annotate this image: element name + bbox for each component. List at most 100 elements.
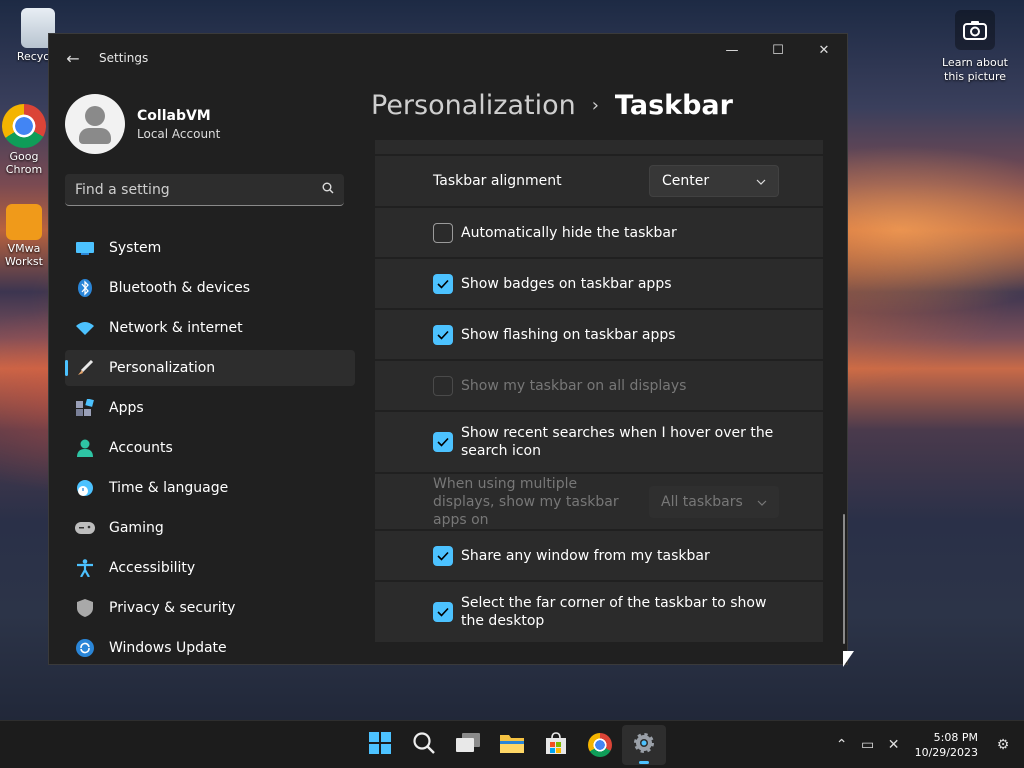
sidebar-item-label: Apps bbox=[109, 400, 144, 416]
mouse-cursor bbox=[843, 651, 854, 667]
sidebar-item-privacy-security[interactable]: Privacy & security bbox=[65, 590, 355, 626]
settings-window: ← Settings — ☐ ✕ CollabVM Local Account … bbox=[48, 33, 848, 665]
shield-icon bbox=[75, 598, 95, 618]
share-window-checkbox[interactable] bbox=[433, 545, 453, 566]
network-icon[interactable]: ▭ bbox=[855, 737, 881, 753]
row-show-flashing[interactable]: Show flashing on taskbar apps bbox=[375, 310, 823, 359]
row-far-corner[interactable]: Select the far corner of the taskbar to … bbox=[375, 582, 823, 642]
clock[interactable]: 5:08 PM 10/29/2023 bbox=[915, 730, 978, 760]
camera-icon bbox=[955, 10, 995, 50]
file-explorer-button[interactable] bbox=[490, 721, 534, 768]
close-button[interactable]: ✕ bbox=[801, 34, 847, 66]
sidebar-item-windows-update[interactable]: Windows Update bbox=[65, 630, 355, 664]
avatar bbox=[65, 94, 125, 154]
title-bar: ← Settings — ☐ ✕ bbox=[49, 34, 847, 82]
clock-time: 5:08 PM bbox=[933, 731, 978, 744]
start-button[interactable] bbox=[358, 721, 402, 768]
sidebar-item-network[interactable]: Network & internet bbox=[65, 310, 355, 346]
sidebar-item-accessibility[interactable]: Accessibility bbox=[65, 550, 355, 586]
taskbar-behaviors-panel: Taskbar alignment Center Automatically h… bbox=[375, 140, 823, 642]
row-multi-display-apps: When using multiple displays, show my ta… bbox=[375, 474, 823, 529]
update-icon bbox=[75, 638, 95, 658]
auto-hide-label: Automatically hide the taskbar bbox=[461, 224, 677, 241]
far-corner-label: Select the far corner of the taskbar to … bbox=[461, 595, 767, 629]
sidebar-item-system[interactable]: System bbox=[65, 230, 355, 266]
task-view-icon bbox=[456, 733, 480, 757]
taskbar-search-button[interactable] bbox=[402, 721, 446, 768]
taskbar-alignment-dropdown[interactable]: Center bbox=[649, 165, 779, 197]
system-icon bbox=[75, 238, 95, 258]
all-displays-label: Show my taskbar on all displays bbox=[461, 377, 687, 394]
sidebar-item-gaming[interactable]: Gaming bbox=[65, 510, 355, 546]
window-controls: — ☐ ✕ bbox=[709, 34, 847, 66]
sidebar-item-apps[interactable]: Apps bbox=[65, 390, 355, 426]
row-share-window[interactable]: Share any window from my taskbar bbox=[375, 531, 823, 580]
multi-display-label: When using multiple displays, show my ta… bbox=[433, 475, 619, 528]
auto-hide-checkbox[interactable] bbox=[433, 222, 453, 243]
back-button[interactable]: ← bbox=[53, 38, 93, 78]
spotlight-label: Learn about this picture bbox=[942, 56, 1008, 83]
gaming-icon bbox=[75, 518, 95, 538]
volume-muted-icon[interactable]: ✕ bbox=[881, 737, 907, 753]
taskbar: ⌃ ▭ ✕ 5:08 PM 10/29/2023 ⚙ bbox=[0, 720, 1024, 768]
recent-searches-label: Show recent searches when I hover over t… bbox=[461, 425, 774, 459]
desktop-icon-label: Goog Chrom bbox=[5, 150, 43, 176]
search-input[interactable]: Find a setting bbox=[65, 174, 344, 206]
row-recent-searches[interactable]: Show recent searches when I hover over t… bbox=[375, 412, 823, 472]
sidebar-item-accounts[interactable]: Accounts bbox=[65, 430, 355, 466]
time-language-icon bbox=[75, 478, 95, 498]
taskbar-apps bbox=[358, 721, 666, 768]
sidebar-item-label: Accounts bbox=[109, 440, 173, 456]
taskbar-alignment-label: Taskbar alignment bbox=[433, 173, 562, 189]
content-scrollbar[interactable] bbox=[843, 514, 845, 644]
spotlight-learn-more[interactable]: Learn about this picture bbox=[936, 10, 1014, 84]
chrome-button[interactable] bbox=[578, 721, 622, 768]
profile-card[interactable]: CollabVM Local Account bbox=[49, 82, 359, 158]
breadcrumb-separator-icon: › bbox=[591, 95, 599, 116]
sidebar-item-label: Privacy & security bbox=[109, 600, 236, 616]
nav-list: System Bluetooth & devices Network & int… bbox=[49, 230, 359, 664]
settings-icon bbox=[633, 732, 655, 758]
row-all-displays: Show my taskbar on all displays bbox=[375, 361, 823, 410]
row-auto-hide[interactable]: Automatically hide the taskbar bbox=[375, 208, 823, 257]
maximize-button[interactable]: ☐ bbox=[755, 34, 801, 66]
sidebar-item-personalization[interactable]: Personalization bbox=[65, 350, 355, 386]
sidebar-item-label: Time & language bbox=[109, 480, 229, 496]
search-icon bbox=[413, 732, 435, 758]
brush-icon bbox=[75, 358, 95, 378]
sidebar-item-label: Windows Update bbox=[109, 640, 227, 656]
accessibility-icon bbox=[75, 558, 95, 578]
chrome-icon bbox=[2, 104, 46, 148]
sidebar-item-time-language[interactable]: Time & language bbox=[65, 470, 355, 506]
show-badges-checkbox[interactable] bbox=[433, 273, 453, 294]
chevron-down-icon bbox=[757, 494, 767, 510]
all-displays-checkbox bbox=[433, 375, 453, 396]
show-hidden-icons-chevron-up-icon[interactable]: ⌃ bbox=[829, 737, 855, 753]
row-show-badges[interactable]: Show badges on taskbar apps bbox=[375, 259, 823, 308]
file-explorer-icon bbox=[500, 733, 524, 757]
show-badges-label: Show badges on taskbar apps bbox=[461, 275, 672, 292]
recent-searches-checkbox[interactable] bbox=[433, 432, 453, 452]
breadcrumb-parent[interactable]: Personalization bbox=[371, 90, 576, 121]
page-title: Taskbar bbox=[614, 90, 733, 121]
multi-display-value: All taskbars bbox=[661, 494, 743, 510]
accounts-icon bbox=[75, 438, 95, 458]
app-title: Settings bbox=[99, 51, 149, 65]
desktop-icon-label: VMwa Workst bbox=[5, 242, 43, 268]
settings-button[interactable] bbox=[622, 725, 666, 765]
desktop-icon-chrome[interactable]: Goog Chrom bbox=[0, 104, 48, 176]
store-button[interactable] bbox=[534, 721, 578, 768]
apps-icon bbox=[75, 398, 95, 418]
minimize-button[interactable]: — bbox=[709, 34, 755, 66]
bluetooth-icon bbox=[75, 278, 95, 298]
task-view-button[interactable] bbox=[446, 721, 490, 768]
notifications-icon[interactable]: ⚙ bbox=[990, 737, 1016, 753]
chrome-icon bbox=[588, 733, 612, 757]
system-tray: ⌃ ▭ ✕ 5:08 PM 10/29/2023 ⚙ bbox=[829, 721, 1024, 768]
account-type: Local Account bbox=[137, 126, 221, 141]
show-flashing-checkbox[interactable] bbox=[433, 324, 453, 345]
sidebar-item-label: System bbox=[109, 240, 162, 256]
sidebar-item-bluetooth[interactable]: Bluetooth & devices bbox=[65, 270, 355, 306]
far-corner-checkbox[interactable] bbox=[433, 602, 453, 622]
desktop-icon-vmware[interactable]: VMwa Workst bbox=[0, 204, 48, 268]
